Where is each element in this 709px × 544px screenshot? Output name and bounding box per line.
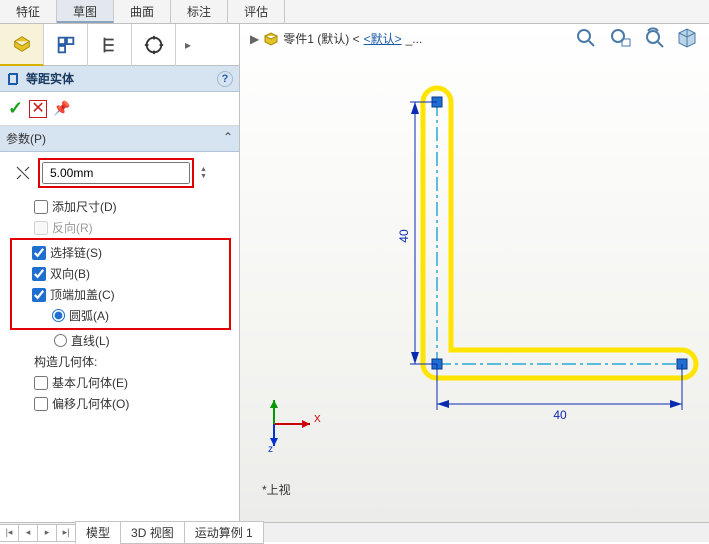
orientation-triad[interactable]: X z — [262, 394, 322, 454]
arc-radio[interactable] — [52, 309, 65, 322]
config-icon — [99, 34, 121, 56]
reverse-row[interactable]: 反向(R) — [14, 217, 231, 238]
offset-distance-icon — [14, 164, 32, 182]
cap-ends-row[interactable]: 顶端加盖(C) — [16, 284, 227, 305]
bottom-tab-bar: |◂ ◂ ▸ ▸| 模型 3D 视图 运动算例 1 — [0, 522, 709, 542]
highlight-offset-field — [38, 158, 194, 188]
bidir-label: 双向(B) — [50, 265, 90, 282]
reverse-checkbox — [34, 221, 48, 235]
tab-sketch[interactable]: 草图 — [57, 0, 114, 23]
offset-geom-checkbox[interactable] — [34, 397, 48, 411]
bottom-tab-3dview[interactable]: 3D 视图 — [120, 521, 185, 544]
params-body: ▲▼ 添加尺寸(D) 反向(R) 选择链(S) 双向(B) — [0, 152, 239, 420]
line-radio[interactable] — [54, 334, 67, 347]
pm-tab-config[interactable] — [88, 24, 132, 66]
svg-text:40: 40 — [397, 229, 411, 243]
arc-row[interactable]: 圆弧(A) — [16, 305, 227, 326]
tab-evaluate[interactable]: 评估 — [228, 0, 285, 23]
bottom-tab-model[interactable]: 模型 — [75, 521, 121, 544]
command-manager-tabs: 特征 草图 曲面 标注 评估 — [0, 0, 709, 24]
offset-entity-icon — [6, 71, 22, 87]
target-icon — [143, 34, 165, 56]
vert-dimension[interactable]: 40 — [397, 102, 437, 364]
graphics-area[interactable]: ▶ 零件1 (默认) < <默认> _... — [240, 24, 709, 522]
tab-surface[interactable]: 曲面 — [114, 0, 171, 23]
bottom-tab-motion[interactable]: 运动算例 1 — [184, 521, 264, 544]
params-header-label: 参数(P) — [6, 130, 46, 147]
add-dimension-label: 添加尺寸(D) — [52, 198, 117, 215]
line-row[interactable]: 直线(L) — [14, 330, 231, 351]
arc-label: 圆弧(A) — [69, 307, 109, 324]
pm-tab-dimxpert[interactable] — [132, 24, 176, 66]
pm-tab-overflow[interactable]: ▸ — [176, 24, 200, 66]
pm-tab-property[interactable] — [44, 24, 88, 66]
select-chain-checkbox[interactable] — [32, 246, 46, 260]
cancel-button[interactable]: ✕ — [29, 100, 47, 118]
highlight-options-group: 选择链(S) 双向(B) 顶端加盖(C) 圆弧(A) — [10, 238, 231, 330]
base-geom-checkbox[interactable] — [34, 376, 48, 390]
add-dimension-checkbox[interactable] — [34, 200, 48, 214]
select-chain-label: 选择链(S) — [50, 244, 102, 261]
svg-text:40: 40 — [553, 408, 567, 422]
chevron-up-icon: ⌃ — [223, 130, 233, 147]
pm-tab-row: ▸ — [0, 24, 239, 66]
ok-button[interactable]: ✓ — [8, 98, 23, 119]
pm-title-bar: 等距实体 ? — [0, 66, 239, 92]
bottom-tab-nav: |◂ ◂ ▸ ▸| — [0, 524, 76, 542]
view-orientation-label: *上视 — [262, 481, 291, 498]
property-manager-panel: ▸ 等距实体 ? ✓ ✕ 📌 参数(P) ⌃ ▲▼ — [0, 24, 240, 522]
offset-distance-input[interactable] — [42, 162, 190, 184]
tab-nav-first[interactable]: |◂ — [0, 524, 19, 542]
cap-ends-label: 顶端加盖(C) — [50, 286, 115, 303]
horiz-dimension[interactable]: 40 — [437, 364, 682, 422]
pm-title-text: 等距实体 — [26, 70, 74, 87]
cap-ends-checkbox[interactable] — [32, 288, 46, 302]
params-header[interactable]: 参数(P) ⌃ — [0, 126, 239, 152]
chevron-right-icon: ▸ — [185, 38, 191, 52]
offset-geom-label: 偏移几何体(O) — [52, 395, 129, 412]
help-button[interactable]: ? — [217, 71, 233, 87]
pin-button[interactable]: 📌 — [53, 100, 70, 117]
base-geom-label: 基本几何体(E) — [52, 374, 128, 391]
spinner-icon[interactable]: ▲▼ — [200, 166, 207, 180]
tab-feature[interactable]: 特征 — [0, 0, 57, 23]
tab-annotate[interactable]: 标注 — [171, 0, 228, 23]
tab-nav-next[interactable]: ▸ — [37, 524, 57, 542]
svg-text:z: z — [268, 444, 273, 454]
pm-action-row: ✓ ✕ 📌 — [0, 92, 239, 126]
property-icon — [55, 34, 77, 56]
svg-text:X: X — [314, 414, 321, 425]
line-label: 直线(L) — [71, 332, 110, 349]
base-geom-row[interactable]: 基本几何体(E) — [14, 372, 231, 393]
feature-tree-icon — [11, 33, 33, 55]
select-chain-row[interactable]: 选择链(S) — [16, 242, 227, 263]
tab-nav-prev[interactable]: ◂ — [18, 524, 38, 542]
reverse-label: 反向(R) — [52, 219, 93, 236]
add-dimension-row[interactable]: 添加尺寸(D) — [14, 196, 231, 217]
offset-distance-row: ▲▼ — [14, 158, 231, 188]
bidir-checkbox[interactable] — [32, 267, 46, 281]
tab-nav-last[interactable]: ▸| — [56, 524, 76, 542]
pm-tab-feature-tree[interactable] — [0, 24, 44, 66]
offset-geom-row[interactable]: 偏移几何体(O) — [14, 393, 231, 414]
bidir-row[interactable]: 双向(B) — [16, 263, 227, 284]
construction-header: 构造几何体: — [14, 351, 231, 372]
offset-preview — [423, 88, 696, 378]
